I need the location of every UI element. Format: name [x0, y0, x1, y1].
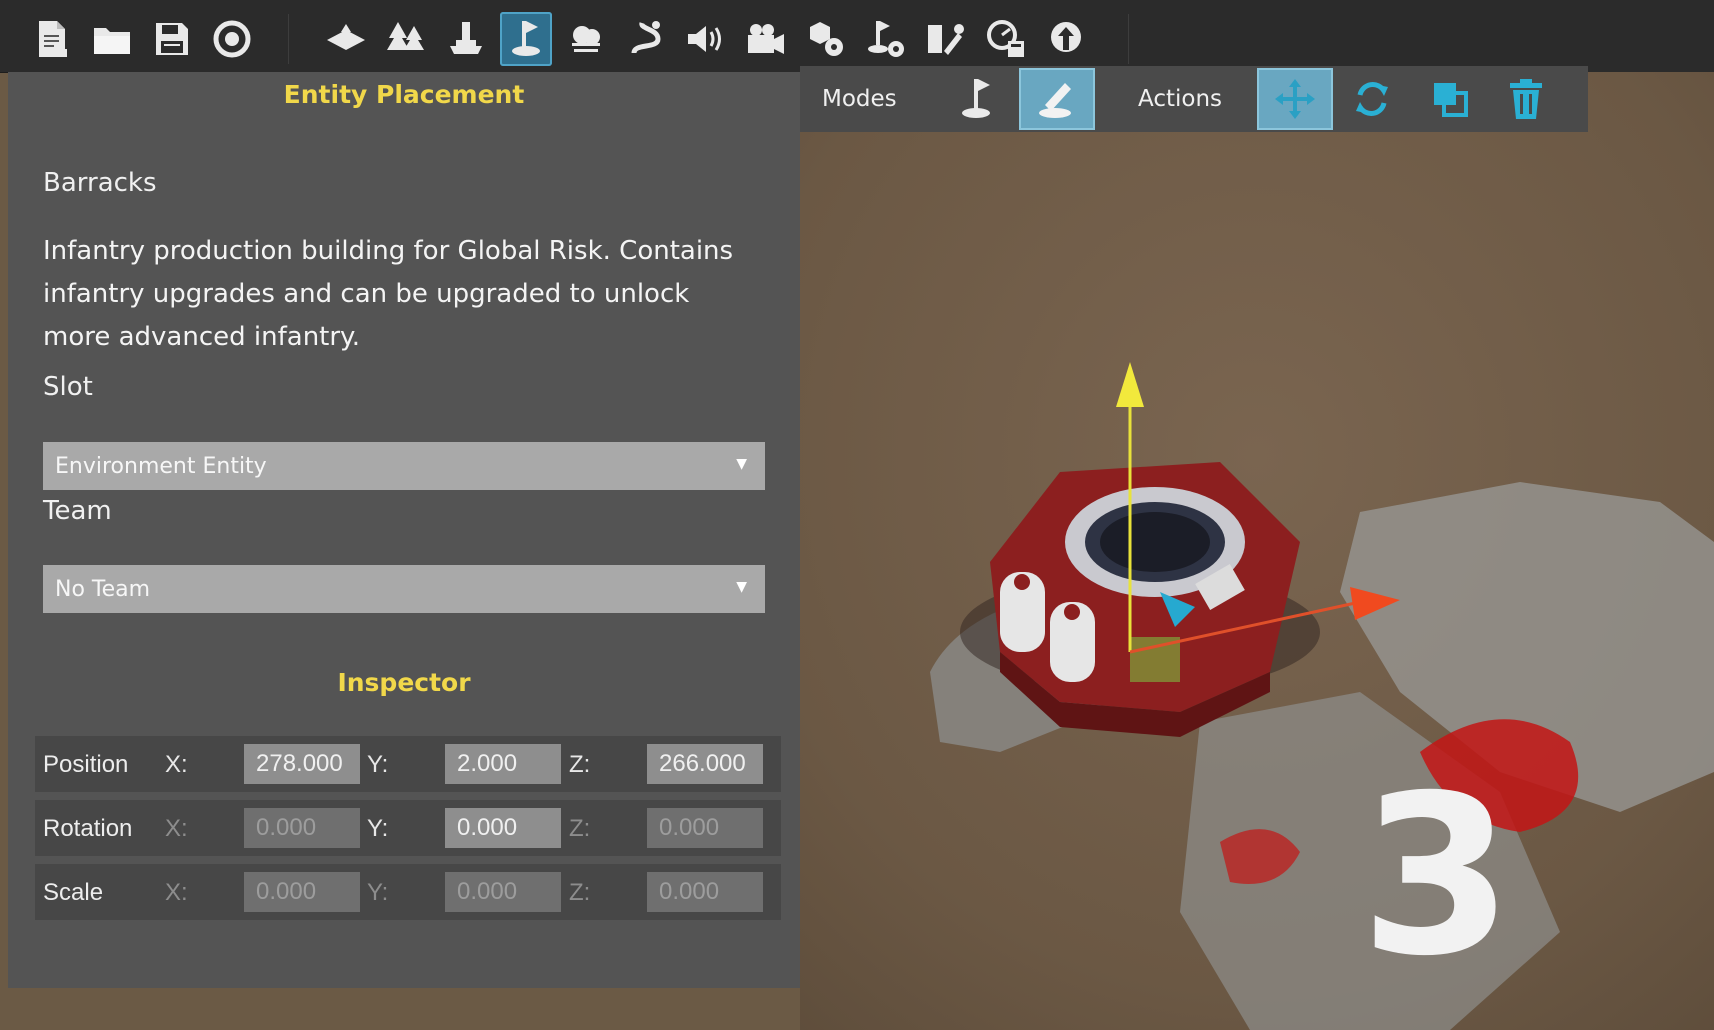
tile-number: 3 [1360, 748, 1513, 1004]
place-mode-icon[interactable] [940, 68, 1016, 130]
stamp-icon[interactable] [440, 12, 492, 66]
team-dropdown-value: No Team [55, 576, 151, 602]
save-icon[interactable] [146, 12, 198, 66]
position-z-input[interactable]: 266.000 [647, 744, 763, 784]
edit-mode-icon[interactable] [1019, 68, 1095, 130]
refresh-icon[interactable] [206, 12, 258, 66]
main-toolbar [0, 0, 1714, 73]
weather-icon[interactable] [560, 12, 612, 66]
sound-icon[interactable] [680, 12, 732, 66]
x-label: X: [165, 879, 188, 906]
tools-icon[interactable] [920, 12, 972, 66]
entity-settings-icon[interactable] [860, 12, 912, 66]
dropdown-arrow-icon: ▼ [736, 579, 747, 595]
row-label: Position [43, 751, 129, 778]
x-label: X: [165, 815, 188, 842]
settings-cubes-icon[interactable] [800, 12, 852, 66]
y-label: Y: [367, 751, 389, 778]
entity-placement-panel: Entity Placement Barracks Infantry produ… [8, 72, 800, 988]
new-file-icon[interactable] [26, 12, 78, 66]
scene-render: 3 [800, 72, 1714, 1030]
z-label: Z: [569, 751, 591, 778]
duplicate-action-icon[interactable] [1412, 68, 1488, 130]
position-x-input[interactable]: 278.000 [244, 744, 360, 784]
entity-name: Barracks [43, 168, 157, 198]
position-y-input[interactable]: 2.000 [445, 744, 561, 784]
trees-icon[interactable] [380, 12, 432, 66]
panel-title: Entity Placement [283, 80, 525, 109]
performance-icon[interactable] [980, 12, 1032, 66]
scale-x-input: 0.000 [244, 872, 360, 912]
entity-placement-icon[interactable] [500, 12, 552, 66]
camera-icon[interactable] [740, 12, 792, 66]
actions-label: Actions [1138, 86, 1223, 112]
dropdown-arrow-icon: ▼ [736, 456, 747, 472]
y-label: Y: [367, 879, 389, 906]
team-dropdown[interactable]: No Team ▼ [43, 565, 765, 613]
rotation-z-input: 0.000 [647, 808, 763, 848]
x-label: X: [165, 751, 188, 778]
team-label: Team [43, 496, 112, 526]
row-label: Rotation [43, 815, 133, 842]
inspector-row-rotation: Rotation X: 0.000 Y: 0.000 Z: 0.000 [35, 800, 781, 856]
modes-actions-bar: Modes Actions [800, 66, 1588, 132]
inspector-row-position: Position X: 278.000 Y: 2.000 Z: 266.000 [35, 736, 781, 792]
scale-z-input: 0.000 [647, 872, 763, 912]
rotation-y-input[interactable]: 0.000 [445, 808, 561, 848]
terrain-icon[interactable] [320, 12, 372, 66]
z-label: Z: [569, 879, 591, 906]
inspector-title: Inspector [337, 668, 471, 697]
rotate-action-icon[interactable] [1334, 68, 1410, 130]
slot-dropdown[interactable]: Environment Entity ▼ [43, 442, 765, 490]
upload-icon[interactable] [1040, 12, 1092, 66]
scale-y-input: 0.000 [445, 872, 561, 912]
move-action-icon[interactable] [1257, 68, 1333, 130]
delete-action-icon[interactable] [1488, 68, 1564, 130]
inspector-row-scale: Scale X: 0.000 Y: 0.000 Z: 0.000 [35, 864, 781, 920]
rotation-x-input: 0.000 [244, 808, 360, 848]
slot-label: Slot [43, 372, 93, 402]
scene-viewport[interactable]: 3 [800, 72, 1714, 1030]
row-label: Scale [43, 879, 104, 906]
slot-dropdown-value: Environment Entity [55, 453, 267, 479]
modes-label: Modes [822, 86, 897, 112]
open-folder-icon[interactable] [86, 12, 138, 66]
z-label: Z: [569, 815, 591, 842]
entity-description: Infantry production building for Global … [43, 236, 734, 352]
y-label: Y: [367, 815, 389, 842]
path-icon[interactable] [620, 12, 672, 66]
